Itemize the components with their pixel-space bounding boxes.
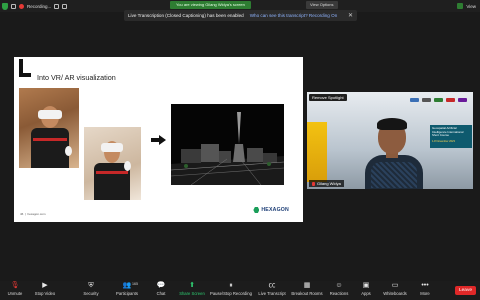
stop-video-button[interactable]: ▶ Stop Video: [30, 282, 60, 299]
participant-name: Gilang Widya: [317, 181, 341, 186]
participant-name-tag: Gilang Widya: [309, 180, 344, 187]
recording-icon: ⏸: [229, 282, 233, 289]
whiteboard-icon: ▭: [391, 282, 399, 289]
vr-city-visualization: [171, 104, 284, 185]
arrow-right-icon: [151, 135, 166, 145]
video-icon: ▶: [42, 282, 48, 289]
speaker-video-tile[interactable]: Geospatial Artificial Intelligence Inter…: [307, 92, 473, 189]
mic-muted-icon: 🎙: [10, 282, 20, 289]
speaker-shirt-pattern: [371, 162, 417, 188]
breakout-icon: ▦: [303, 282, 311, 289]
participants-button[interactable]: 👥 Participants 165: [112, 282, 142, 299]
more-button[interactable]: ••• More: [417, 282, 433, 299]
more-icon: •••: [421, 282, 429, 289]
view-button[interactable]: View: [466, 4, 476, 9]
smiley-icon: ☺: [335, 282, 343, 289]
apps-icon: ▣: [362, 282, 370, 289]
mic-muted-icon: [312, 181, 315, 186]
reactions-button[interactable]: ☺ Reactions: [327, 282, 351, 299]
info-icon[interactable]: [11, 3, 16, 9]
slide-page-number: 46: [20, 212, 24, 216]
chat-button[interactable]: 💬 Chat: [153, 282, 169, 299]
recording-dot-icon: [19, 3, 24, 9]
whiteboards-button[interactable]: ▭ Whiteboards: [380, 282, 410, 299]
shield-icon: ⛨: [88, 282, 94, 289]
participant-count: 165: [132, 282, 138, 286]
pause-stop-recording-button[interactable]: ⏸ Pause/Stop Recording: [208, 282, 254, 299]
security-button[interactable]: ⛨ Security: [79, 282, 103, 299]
hexagon-brand: HEXAGON: [261, 207, 289, 213]
slide-heading: Into VR/ AR visualization: [37, 73, 116, 82]
shield-icon[interactable]: [2, 2, 8, 10]
hexagon-logo: HEXAGON: [253, 207, 289, 213]
vr-user-photo-2: [84, 127, 141, 200]
leave-button[interactable]: Leave: [455, 286, 476, 295]
top-left-status: Recording...: [2, 1, 68, 11]
stop-icon[interactable]: [62, 3, 68, 9]
hexagon-mark-icon: [253, 207, 260, 213]
close-icon[interactable]: ✕: [348, 12, 353, 19]
course-title: Geospatial Artificial Intelligence Inter…: [432, 126, 464, 137]
pause-icon[interactable]: [54, 3, 60, 9]
top-right: View: [457, 1, 476, 11]
recording-label[interactable]: Recording...: [27, 4, 51, 9]
course-title-panel: Geospatial Artificial Intelligence Inter…: [430, 125, 472, 148]
chat-icon: 💬: [156, 282, 166, 289]
course-date: 1-8 November 2023: [432, 139, 455, 143]
remove-spotlight-button[interactable]: Remove Spotlight: [309, 94, 347, 101]
slide-footer-url: hexagon.com: [27, 212, 46, 216]
transcript-visibility-link[interactable]: Who can see this transcript? Recording O…: [250, 13, 338, 18]
breakout-rooms-button[interactable]: ▦ Breakout Rooms: [290, 282, 324, 299]
participants-icon: 👥: [122, 282, 132, 289]
zoom-window: Recording... You are viewing Gilang Widy…: [0, 0, 480, 300]
live-transcript-button[interactable]: ㏄ Live Transcript: [256, 282, 288, 299]
viewing-share-label: You are viewing Gilang Widya's screen: [170, 1, 251, 9]
meeting-toolbar: 🎙 Unmute ▶ Stop Video ⛨ Security 👥 Parti…: [0, 281, 480, 300]
share-screen-button[interactable]: ⬆ Share Screen: [176, 282, 208, 299]
speaker-hair: [377, 118, 407, 130]
apps-button[interactable]: ▣ Apps: [359, 282, 373, 299]
slide-accent-corner: [19, 73, 31, 77]
shared-screen-slide: Into VR/ AR visualization 46 | hexagon.c…: [14, 57, 303, 222]
transcription-banner: Live Transcription (Closed Captioning) h…: [124, 10, 357, 21]
slide-footer: 46 | hexagon.com: [20, 212, 46, 216]
share-screen-icon: ⬆: [189, 282, 195, 289]
unmute-button[interactable]: 🎙 Unmute: [4, 282, 26, 299]
background-accent: [307, 122, 327, 182]
view-options-button[interactable]: View Options: [306, 1, 338, 9]
banner-message: Live Transcription (Closed Captioning) h…: [128, 13, 244, 18]
vr-user-photo-1: [19, 88, 79, 168]
grid-view-icon[interactable]: [457, 3, 464, 9]
sponsor-logos: [410, 98, 467, 102]
cc-icon: ㏄: [268, 282, 276, 289]
